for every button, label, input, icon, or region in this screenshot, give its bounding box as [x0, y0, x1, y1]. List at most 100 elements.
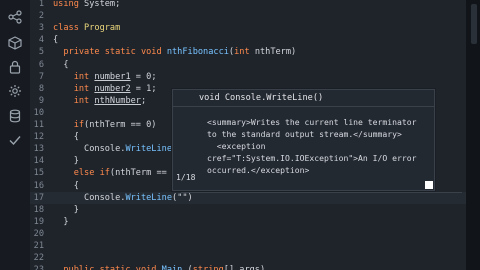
code-token: = 0;	[130, 71, 157, 82]
code-token: Program	[84, 23, 121, 34]
line-number: 7	[38, 71, 44, 82]
line-number: 17	[33, 192, 44, 203]
code-token: int	[234, 47, 255, 58]
code-token: {	[53, 180, 79, 191]
code-text: {	[53, 180, 79, 192]
code-token: if	[53, 120, 85, 130]
code-text: public static void Main (string[] args)	[53, 264, 265, 270]
code-text: int nthNumber;	[53, 95, 146, 107]
tooltip-signature: void Console.WriteLine()	[173, 90, 434, 107]
code-token: nthTerm)	[254, 47, 297, 58]
code-line[interactable]: 6 {	[30, 59, 466, 71]
line-number: 13	[33, 144, 44, 155]
code-line[interactable]: 18 }	[30, 204, 466, 216]
code-line[interactable]: 1 using System;	[30, 0, 466, 10]
code-line[interactable]: 4{	[30, 34, 466, 46]
current-line-indicator	[181, 192, 462, 193]
scrollbar-thumb[interactable]	[471, 4, 477, 44]
activity-sidebar	[0, 0, 30, 270]
code-text: {	[53, 59, 69, 71]
code-text: int number1 = 0;	[53, 71, 157, 83]
check-icon[interactable]	[8, 133, 22, 147]
editor-scrollbar[interactable]	[466, 0, 480, 270]
code-token: nthNumber	[94, 95, 141, 106]
overload-counter[interactable]: 1/18	[176, 172, 196, 182]
code-token: Console.	[53, 144, 126, 155]
line-number: 18	[33, 204, 44, 215]
code-line[interactable]: 20	[30, 228, 466, 240]
tooltip-documentation: <summary>Writes the current line termina…	[207, 117, 417, 175]
code-line[interactable]: 22	[30, 252, 466, 264]
code-line[interactable]: 19 }	[30, 216, 466, 228]
code-token: private static void	[53, 47, 167, 58]
line-number: 14	[33, 156, 44, 167]
tooltip-resize-handle[interactable]	[425, 181, 433, 189]
code-token: [] args)	[224, 265, 265, 270]
line-number: 4	[38, 35, 44, 46]
line-number: 8	[38, 83, 44, 94]
intellisense-tooltip: void Console.WriteLine() <summary>Writes…	[172, 89, 435, 191]
code-text: }	[53, 155, 79, 167]
line-number: 20	[33, 228, 44, 239]
code-token: }	[53, 204, 79, 215]
code-token: (	[182, 265, 193, 270]
code-token: (nthTerm == 0)	[84, 120, 157, 130]
line-number: 10	[33, 107, 44, 118]
code-token: number1	[94, 71, 131, 82]
code-line[interactable]: 7 int number1 = 0;	[30, 71, 466, 83]
cube-icon[interactable]	[8, 36, 22, 50]
code-token: else if	[53, 168, 110, 179]
code-line[interactable]: 17 Console.WriteLine("")	[30, 191, 466, 204]
code-token: using	[53, 0, 85, 9]
line-number: 15	[33, 168, 44, 179]
line-number: 19	[33, 216, 44, 227]
code-line[interactable]: 5 private static void nthFibonacci(int n…	[30, 46, 466, 58]
code-line[interactable]: 23 public static void Main (string[] arg…	[30, 264, 466, 270]
code-token: ;	[140, 95, 147, 106]
code-token: System;	[84, 0, 121, 9]
code-text: }	[53, 204, 79, 216]
code-text: private static void nthFibonacci(int nth…	[53, 46, 296, 58]
code-token: int	[53, 71, 95, 82]
code-text: else if(nthTerm == 1)	[53, 167, 183, 179]
code-token: }	[53, 156, 79, 167]
line-number: 9	[38, 95, 44, 106]
database-icon[interactable]	[8, 109, 22, 123]
code-text: }	[53, 216, 69, 228]
code-token: public static void	[53, 265, 162, 270]
code-line[interactable]: 3 class Program	[30, 22, 466, 34]
line-number: 3	[38, 23, 44, 34]
code-token: {	[53, 35, 59, 46]
line-number: 12	[33, 132, 44, 143]
share-icon[interactable]	[8, 10, 22, 24]
code-text: {	[53, 34, 58, 46]
code-line[interactable]: 21	[30, 240, 466, 252]
line-number: 21	[33, 241, 44, 251]
line-number: 6	[38, 59, 44, 70]
code-token: WriteLine	[125, 192, 173, 203]
code-text: if(nthTerm == 0)	[53, 119, 157, 131]
ide-window: 1 using System; 2 3 class Program 4{5 private…	[0, 0, 480, 270]
code-token: }	[53, 216, 69, 227]
code-token: Console.	[53, 192, 126, 203]
line-number: 5	[38, 47, 44, 58]
code-token: {	[53, 59, 69, 70]
line-number: 22	[33, 253, 44, 264]
line-number: 1	[38, 0, 44, 9]
code-token: nthFibonacci	[166, 47, 229, 58]
line-number: 11	[33, 120, 44, 130]
code-token: = 1;	[130, 83, 157, 94]
code-text: using System;	[53, 0, 120, 10]
code-text: Console.WriteLine("")	[53, 192, 193, 204]
lock-icon[interactable]	[8, 60, 22, 74]
gear-icon[interactable]	[8, 84, 22, 98]
code-text: Console.WriteLine("	[53, 143, 182, 155]
code-token: class	[53, 23, 85, 34]
code-token: WriteLine	[125, 144, 173, 155]
code-token: number2	[94, 83, 131, 94]
line-number: 16	[33, 180, 44, 191]
code-line[interactable]: 2	[30, 10, 466, 22]
code-text: int number2 = 1;	[53, 83, 157, 95]
code-text: {	[53, 131, 79, 143]
line-number: 23	[30, 264, 44, 270]
